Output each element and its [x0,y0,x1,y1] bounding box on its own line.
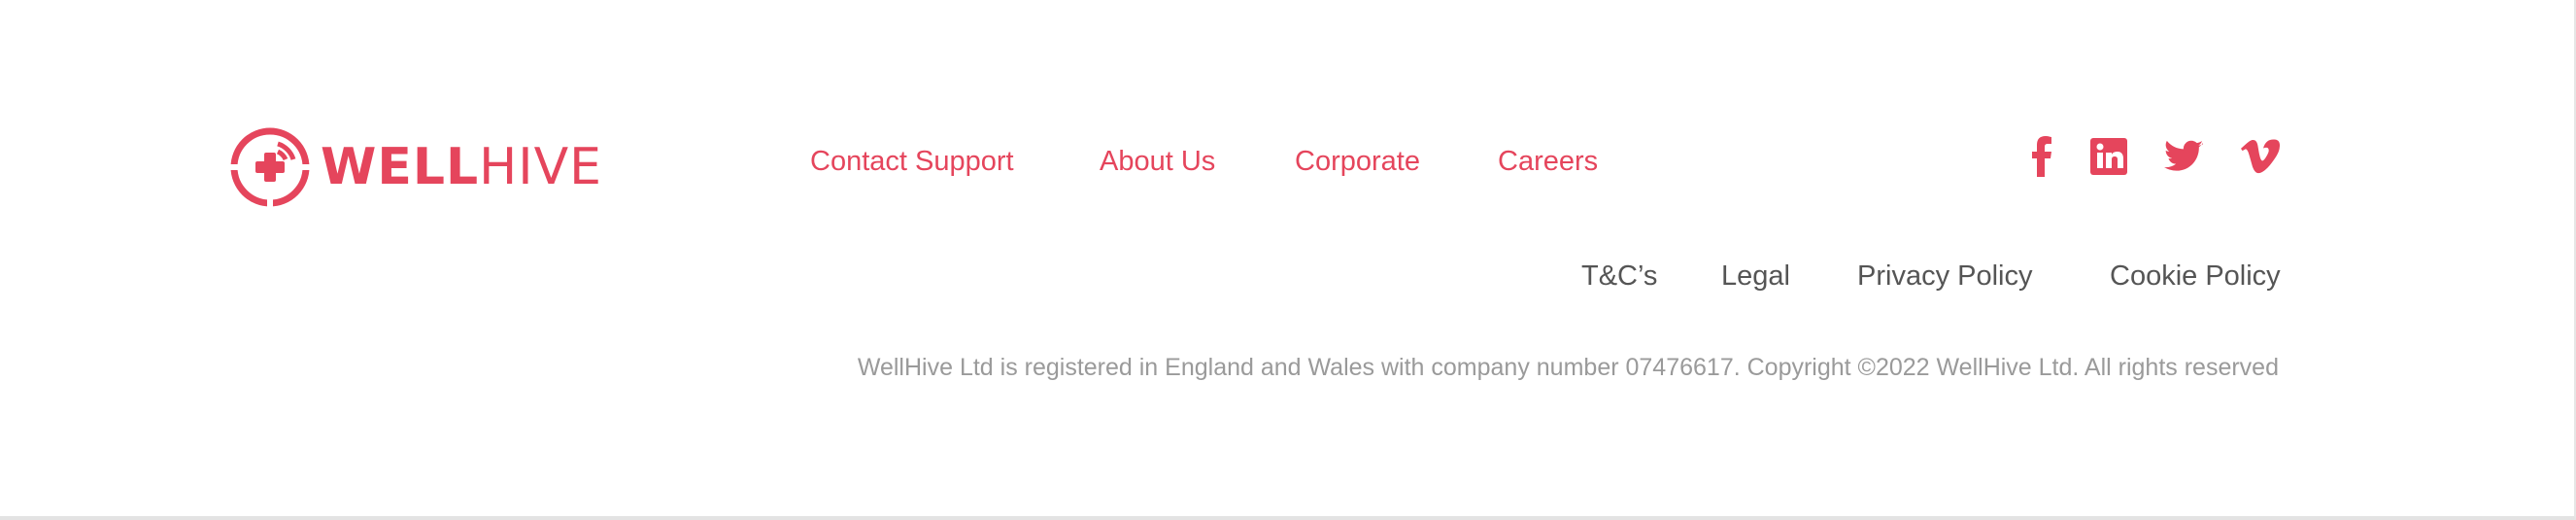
nav-link-about-us[interactable]: About Us [1100,146,1215,178]
nav-link-careers[interactable]: Careers [1498,146,1598,178]
medical-cross-target-icon [229,127,311,208]
wellhive-logo[interactable]: WELLHIVE [229,126,602,208]
legal-link-privacy-policy[interactable]: Privacy Policy [1857,260,2033,293]
legal-link-legal[interactable]: Legal [1721,260,1790,293]
logo-wordmark: WELLHIVE [321,142,602,192]
nav-link-corporate[interactable]: Corporate [1295,146,1420,178]
linkedin-icon [2090,138,2127,175]
facebook-icon [2032,136,2051,177]
logo-wordmark-bold: WELL [321,138,480,196]
site-footer: WELLHIVE Contact Support About Us Corpor… [0,0,2576,520]
linkedin-link[interactable] [2088,136,2129,177]
vimeo-link[interactable] [2240,136,2281,177]
vimeo-icon [2241,139,2280,174]
logo-wordmark-light: HIVE [479,138,603,196]
facebook-link[interactable] [2021,136,2062,177]
legal-link-cookie-policy[interactable]: Cookie Policy [2110,260,2281,293]
twitter-link[interactable] [2163,136,2204,177]
copyright-text: WellHive Ltd is registered in England an… [857,354,2279,381]
legal-link-terms[interactable]: T&C’s [1581,260,1657,293]
nav-link-contact-support[interactable]: Contact Support [810,146,1014,178]
twitter-icon [2164,140,2203,171]
